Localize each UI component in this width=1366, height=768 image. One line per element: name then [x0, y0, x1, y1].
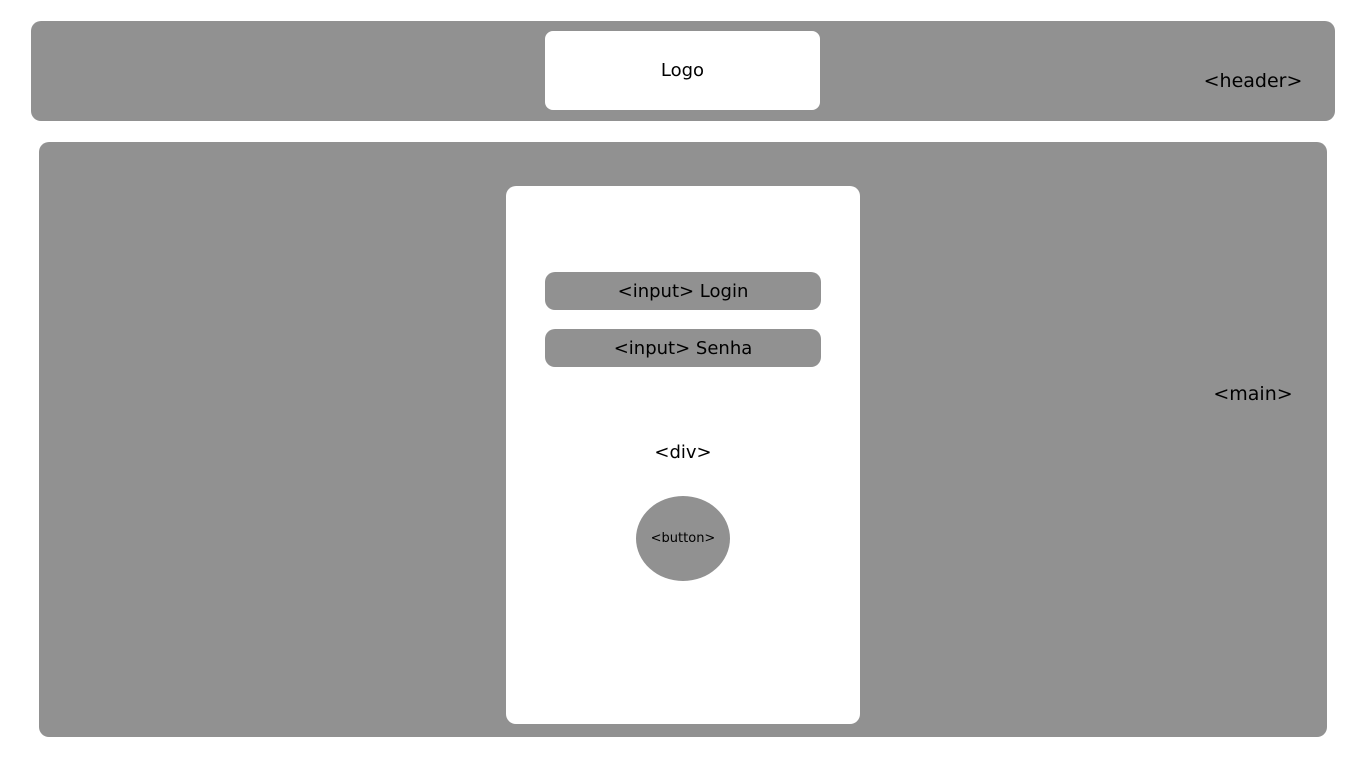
logo-label: Logo: [660, 60, 705, 81]
login-input[interactable]: <input> Login: [545, 272, 821, 310]
main-tag-label: <main>: [1213, 383, 1293, 405]
submit-button-label: <button>: [650, 531, 716, 546]
password-input[interactable]: <input> Senha: [545, 329, 821, 367]
wireframe-canvas: Logo <header> <main> <input> Login <inpu…: [0, 0, 1366, 768]
login-input-label: <input> Login: [617, 280, 749, 302]
div-tag-label: <div>: [654, 442, 712, 463]
logo-box: Logo: [545, 31, 820, 110]
submit-button[interactable]: <button>: [636, 496, 730, 581]
password-input-label: <input> Senha: [613, 337, 753, 359]
header-tag-label: <header>: [1203, 70, 1303, 92]
